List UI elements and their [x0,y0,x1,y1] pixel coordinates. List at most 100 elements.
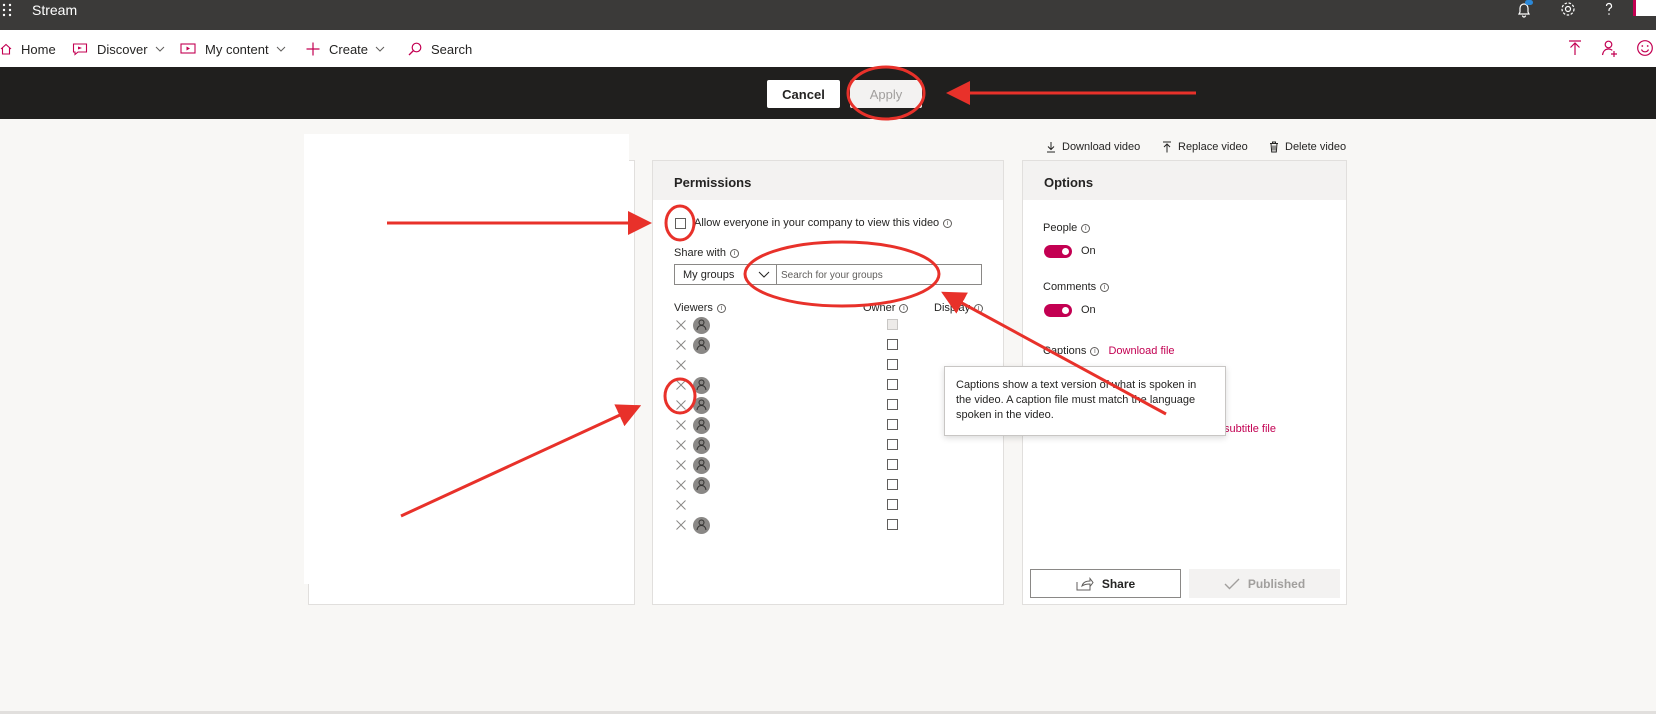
notification-badge [1525,0,1533,5]
download-video-label: Download video [1062,141,1141,153]
person-icon [693,437,710,454]
allow-everyone-checkbox[interactable] [675,218,686,229]
info-icon[interactable]: i [899,304,909,313]
close-icon[interactable] [675,319,687,331]
people-toggle[interactable] [1044,245,1072,258]
download-caption-link[interactable]: Download file [1108,345,1174,357]
owner-checkbox[interactable] [887,439,898,450]
info-icon[interactable]: i [974,304,984,313]
info-icon[interactable]: i [716,304,726,313]
share-icon [1076,576,1094,590]
people-label: People [1043,222,1078,234]
replace-video-button[interactable]: Replace video [1162,141,1248,153]
owner-checkbox[interactable] [887,399,898,410]
chevron-down-icon [155,46,164,52]
published-button: Published [1189,569,1340,598]
nav-create-label: Create [329,41,369,57]
person-icon [693,317,710,334]
captions-label: Captions [1043,345,1087,357]
discover-icon [72,43,88,56]
chevron-down-icon [375,46,385,52]
chevron-down-icon [758,271,770,278]
close-icon[interactable] [675,339,687,351]
close-icon[interactable] [675,479,687,491]
nav-search[interactable]: Search [408,41,472,57]
info-icon[interactable]: i [1090,347,1100,356]
share-button[interactable]: Share [1030,569,1181,598]
nav-bar: Home Discover My content Create Search [0,30,1656,67]
upload-arrow-icon [1163,141,1171,153]
person-icon [693,477,710,494]
owner-checkbox[interactable] [887,519,898,530]
nav-discover-label: Discover [97,41,148,57]
options-title: Options [1023,161,1346,200]
nav-home-label: Home [21,41,56,57]
viewers-label: Viewers [674,302,713,314]
nav-create[interactable]: Create [306,41,385,57]
close-icon[interactable] [675,499,687,511]
share-type-dropdown[interactable]: My groups [674,264,777,285]
owner-checkbox[interactable] [887,459,898,470]
nav-my-content[interactable]: My content [180,41,286,57]
nav-my-content-label: My content [205,41,269,57]
info-icon[interactable]: i [1081,224,1091,233]
owner-label: Owner [863,302,896,314]
home-icon [0,43,12,55]
check-icon [1224,578,1240,589]
comments-state: On [1081,304,1096,316]
share-type-value: My groups [683,269,735,281]
group-search-input[interactable]: Search for your groups [776,264,982,285]
search-icon [408,42,422,56]
apply-button[interactable]: Apply [850,80,922,108]
person-icon [693,457,710,474]
nav-discover[interactable]: Discover [72,41,165,57]
group-search-placeholder: Search for your groups [781,270,883,281]
owner-checkbox[interactable] [887,419,898,430]
app-title[interactable]: Stream [32,2,77,18]
display-label: Display [934,302,971,314]
smiley-icon[interactable] [1635,38,1655,58]
close-icon[interactable] [675,399,687,411]
owner-checkbox[interactable] [887,359,898,370]
delete-video-label: Delete video [1285,141,1347,153]
delete-video-button[interactable]: Delete video [1269,141,1346,153]
account-corner[interactable] [1633,0,1656,16]
add-person-icon[interactable] [1600,38,1620,58]
chevron-down-icon [276,46,285,52]
subtitle-file-link[interactable]: subtitle file [1224,423,1276,435]
owner-checkbox[interactable] [887,479,898,490]
close-icon[interactable] [675,379,687,391]
person-icon [693,497,710,514]
close-icon[interactable] [675,459,687,471]
gear-icon[interactable] [1558,0,1578,20]
trash-icon [1270,141,1278,153]
published-label: Published [1247,576,1306,591]
close-icon[interactable] [675,519,687,531]
my-content-icon [180,43,196,54]
owner-checkbox[interactable] [887,339,898,350]
upload-icon[interactable] [1565,38,1585,58]
close-icon[interactable] [675,359,687,371]
download-video-button[interactable]: Download video [1046,141,1140,153]
close-icon[interactable] [675,419,687,431]
waffle-icon[interactable] [2,3,14,17]
help-icon[interactable] [1599,0,1619,20]
info-icon[interactable]: i [943,219,953,228]
info-icon[interactable]: i [1100,283,1110,292]
people-state: On [1081,245,1096,257]
person-icon [693,517,710,534]
person-icon [693,337,710,354]
nav-home[interactable]: Home [0,41,56,57]
owner-checkbox[interactable] [887,499,898,510]
plus-icon [306,42,320,56]
comments-toggle[interactable] [1044,304,1072,317]
owner-checkbox[interactable] [887,319,898,330]
download-icon [1047,142,1055,153]
cancel-button[interactable]: Cancel [767,80,840,108]
owner-checkbox[interactable] [887,379,898,390]
person-icon [693,397,710,414]
close-icon[interactable] [675,439,687,451]
info-icon[interactable]: i [729,249,739,258]
share-label: Share [1101,576,1136,591]
share-with-label: Share with [674,247,726,259]
